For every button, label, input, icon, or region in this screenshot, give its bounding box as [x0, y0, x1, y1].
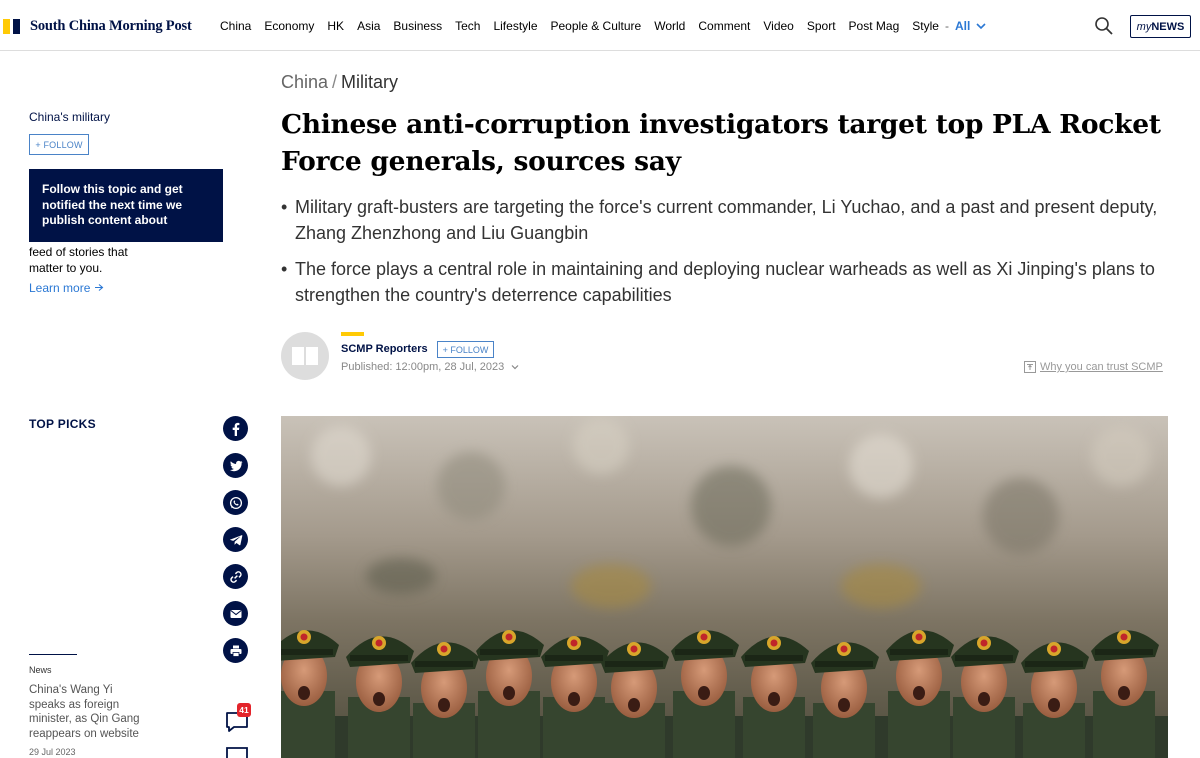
- trust-link-label: Why you can trust SCMP: [1040, 361, 1163, 373]
- soldier-figure: [741, 636, 809, 758]
- top-pick-category: News: [29, 665, 52, 675]
- search-icon[interactable]: [1094, 16, 1114, 36]
- article-hero-image[interactable]: [281, 416, 1168, 758]
- learn-more-label: Learn more: [29, 281, 91, 295]
- nav-item-china[interactable]: China: [220, 19, 251, 33]
- nav-item-economy[interactable]: Economy: [264, 19, 314, 33]
- byline-accent-bar: [341, 332, 364, 336]
- nav-item-business[interactable]: Business: [393, 19, 442, 33]
- summary-item: • Military graft-busters are targeting t…: [281, 194, 1161, 246]
- summary-item: • The force plays a central role in main…: [281, 256, 1161, 308]
- top-pick-title[interactable]: China's Wang Yi speaks as foreign minist…: [29, 683, 149, 741]
- topic-label[interactable]: China's military: [29, 110, 110, 124]
- print-button[interactable]: [223, 638, 248, 663]
- soldier-figure: [951, 636, 1019, 758]
- site-logo[interactable]: South China Morning Post: [3, 18, 192, 35]
- trust-link[interactable]: Why you can trust SCMP: [1024, 361, 1163, 373]
- top-picks-heading: TOP PICKS: [29, 417, 96, 431]
- author-avatar[interactable]: [281, 332, 329, 380]
- nav-separator: -: [944, 19, 949, 33]
- article-headline: Chinese anti-corruption investigators ta…: [281, 109, 1161, 177]
- summary-bullet: •: [281, 197, 288, 217]
- mynews-button[interactable]: my NEWS: [1130, 15, 1191, 38]
- nav-item-people-culture[interactable]: People & Culture: [551, 19, 642, 33]
- nav-item-video[interactable]: Video: [763, 19, 793, 33]
- nav-item-style[interactable]: Style: [912, 19, 939, 33]
- topic-follow-button[interactable]: + FOLLOW: [29, 134, 89, 155]
- trust-icon: [1024, 361, 1036, 373]
- print-icon: [230, 645, 241, 657]
- summary-text: The force plays a central role in mainta…: [295, 259, 1155, 305]
- main-nav: China Economy HK Asia Business Tech Life…: [220, 19, 999, 33]
- nav-item-world[interactable]: World: [654, 19, 685, 33]
- author-follow-button[interactable]: + FOLLOW: [437, 341, 494, 358]
- share-facebook-button[interactable]: [223, 416, 248, 441]
- learn-more-link[interactable]: Learn more: [29, 281, 104, 295]
- nav-item-tech[interactable]: Tech: [455, 19, 480, 33]
- telegram-icon: [229, 534, 242, 545]
- nav-item-hk[interactable]: HK: [327, 19, 344, 33]
- author-name-link[interactable]: SCMP Reporters: [341, 343, 428, 355]
- breadcrumb-section-link[interactable]: China: [281, 72, 328, 92]
- summary-bullet: •: [281, 259, 288, 279]
- logo-yellow-block: [3, 19, 10, 34]
- author-placeholder-icon: [292, 347, 318, 365]
- comment-count-badge: 41: [237, 703, 251, 717]
- soldier-figure: [541, 636, 609, 758]
- soldier-figure: [476, 630, 544, 758]
- share-twitter-button[interactable]: [223, 453, 248, 478]
- summary-text: Military graft-busters are targeting the…: [295, 197, 1158, 243]
- top-navigation-bar: South China Morning Post China Economy H…: [0, 0, 1200, 51]
- whatsapp-icon: [229, 496, 242, 509]
- published-text: Published: 12:00pm, 28 Jul, 2023: [341, 361, 505, 373]
- soldier-figure: [886, 630, 954, 758]
- soldier-figure: [346, 636, 414, 758]
- soldier-figure: [671, 630, 739, 758]
- email-icon: [229, 609, 242, 618]
- nav-item-sport[interactable]: Sport: [807, 19, 836, 33]
- nav-item-asia[interactable]: Asia: [357, 19, 380, 33]
- nav-all-menu[interactable]: All: [955, 19, 986, 33]
- published-date[interactable]: Published: 12:00pm, 28 Jul, 2023: [341, 361, 519, 373]
- logo-navy-block: [13, 19, 20, 34]
- facebook-icon: [232, 422, 239, 436]
- breadcrumb-separator: /: [332, 72, 338, 92]
- breadcrumb: China / Military: [281, 72, 398, 93]
- soldier-figure: [281, 630, 339, 758]
- mynews-suffix: NEWS: [1151, 20, 1185, 33]
- nav-item-comment[interactable]: Comment: [698, 19, 750, 33]
- share-copy-link-button[interactable]: [223, 564, 248, 589]
- soldier-figure: [1091, 630, 1159, 758]
- arrow-right-icon: [94, 284, 104, 291]
- mynews-prefix: my: [1136, 20, 1152, 33]
- share-telegram-button[interactable]: [223, 527, 248, 552]
- twitter-icon: [229, 460, 242, 471]
- share-whatsapp-button[interactable]: [223, 490, 248, 515]
- share-email-button[interactable]: [223, 601, 248, 626]
- logo-text: South China Morning Post: [30, 18, 192, 34]
- chevron-down-icon: [511, 365, 519, 370]
- top-pick-divider: [29, 654, 77, 655]
- breadcrumb-current-link[interactable]: Military: [341, 72, 398, 92]
- nav-item-lifestyle[interactable]: Lifestyle: [493, 19, 537, 33]
- top-pick-date: 29 Jul 2023: [29, 747, 76, 757]
- soldiers-parade-photo: [281, 416, 1168, 758]
- nav-item-post-mag[interactable]: Post Mag: [849, 19, 900, 33]
- nav-all-label: All: [954, 19, 971, 33]
- follow-tooltip: Follow this topic and get notified the n…: [29, 169, 223, 242]
- chevron-down-icon: [976, 23, 986, 30]
- link-icon: [229, 570, 242, 583]
- comment-icon[interactable]: [225, 745, 249, 758]
- tooltip-feed-text: feed of stories that matter to you.: [29, 245, 128, 275]
